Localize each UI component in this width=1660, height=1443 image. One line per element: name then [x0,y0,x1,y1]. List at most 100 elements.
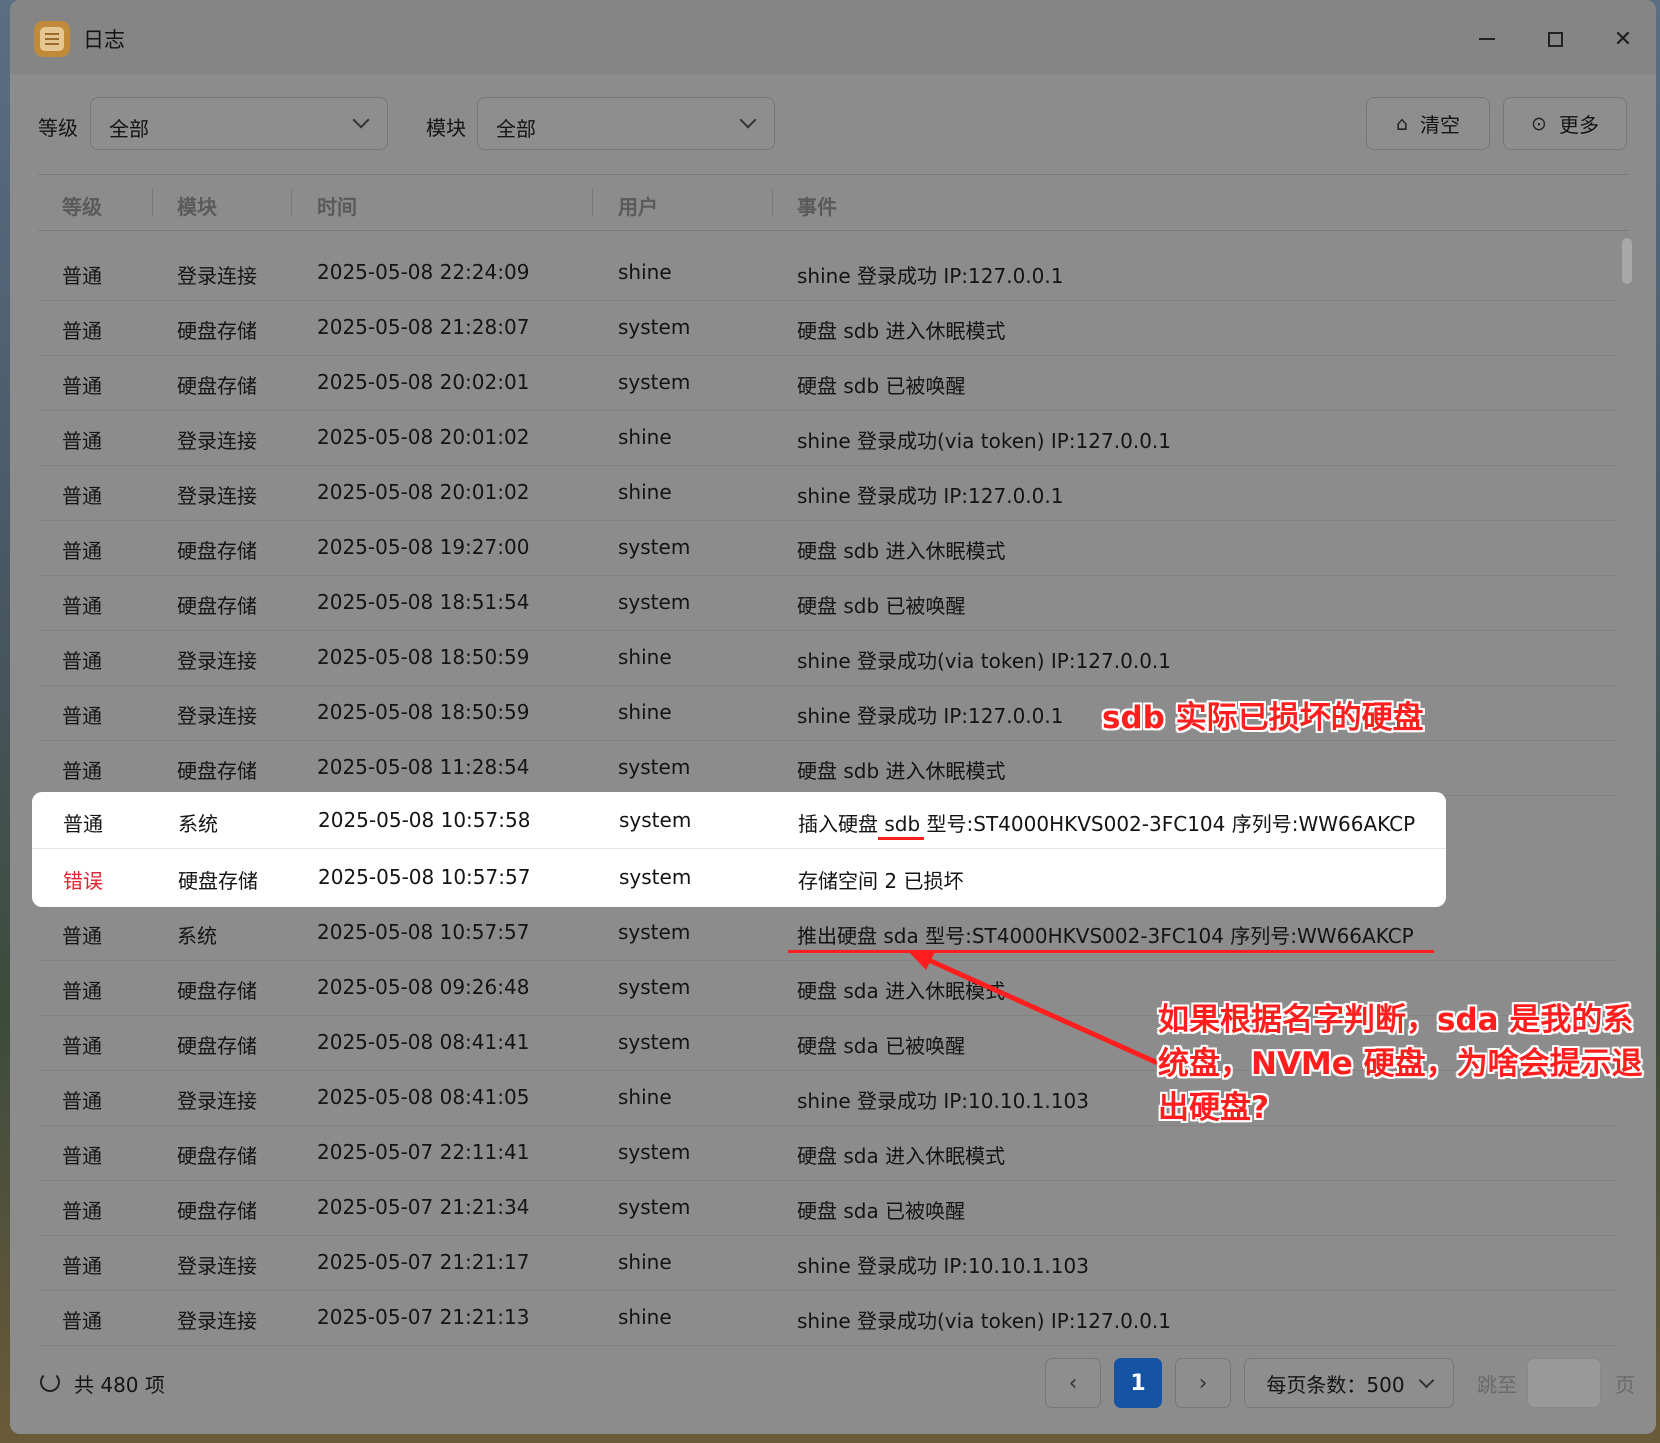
close-button[interactable]: ✕ [1606,22,1640,56]
table-row[interactable]: 普通 登录连接 2025-05-08 22:24:09 shine shine 登录成功… [38,246,1616,301]
cell-module: 系统 [178,812,218,836]
table-row[interactable]: 普通 硬盘存储 2025-05-08 11:28:54 system 硬盘 sdb 进入… [38,741,1616,796]
annotation-underline-sdb [878,837,924,840]
table-row[interactable]: 错误 硬盘存储 2025-05-08 10:57:57 system 存储空间 … [32,849,1446,906]
cell-event: 存储空间 2 已损坏 [798,869,964,893]
annotation-note-sdb: sdb 实际已损坏的硬盘 [1102,700,1424,736]
header-event[interactable]: 事件 [797,191,837,220]
table-row[interactable]: 普通 登录连接 2025-05-08 20:01:02 shine shine 登录成功… [38,411,1616,466]
cell-module: 登录连接 [177,649,257,673]
cell-event: 硬盘 sda 进入休眠模式 [797,979,1006,1003]
cell-level: 普通 [62,649,102,673]
cell-module: 系统 [177,924,217,948]
table-row[interactable]: 普通 登录连接 2025-05-08 20:01:02 shine shine 登录成功… [38,466,1616,521]
cell-module: 硬盘存储 [178,869,258,893]
table-row[interactable]: 普通 硬盘存储 2025-05-08 19:27:00 system 硬盘 sdb 进入… [38,521,1616,576]
more-button[interactable]: ⊙ 更多 [1503,97,1627,150]
cell-time: 2025-05-08 19:27:00 [317,535,530,559]
cell-module: 硬盘存储 [177,374,257,398]
header-user[interactable]: 用户 [618,191,658,220]
prev-page-button[interactable]: ‹ [1045,1358,1101,1408]
clear-icon: ⌂ [1395,112,1409,135]
table-row[interactable]: 普通 硬盘存储 2025-05-07 22:11:41 system 硬盘 sda 进入… [38,1126,1616,1181]
cell-level: 普通 [62,539,102,563]
cell-level: 普通 [62,594,102,618]
cell-level: 普通 [62,1144,102,1168]
jump-page-input[interactable] [1527,1358,1601,1408]
cell-user: system [619,865,692,889]
cell-event: 硬盘 sdb 已被唤醒 [797,374,966,398]
table-row[interactable]: 普通 登录连接 2025-05-08 18:50:59 shine shine 登录成功… [38,631,1616,686]
module-select[interactable]: 全部 [477,97,775,150]
cell-time: 2025-05-08 08:41:41 [317,1030,530,1054]
cell-event: 硬盘 sdb 已被唤醒 [797,594,966,618]
cell-time: 2025-05-08 18:50:59 [317,645,530,669]
cell-module: 硬盘存储 [177,594,257,618]
header-module[interactable]: 模块 [177,191,217,220]
more-button-label: 更多 [1558,113,1599,137]
cell-user: system [619,808,692,832]
cell-time: 2025-05-08 20:01:02 [317,480,530,504]
maximize-button[interactable] [1538,22,1572,56]
cell-time: 2025-05-08 20:01:02 [317,425,530,449]
cell-user: system [618,920,691,944]
cell-module: 登录连接 [177,1309,257,1333]
header-time[interactable]: 时间 [317,191,357,220]
cell-time: 2025-05-08 10:57:58 [318,808,531,832]
cell-time: 2025-05-08 18:50:59 [317,700,530,724]
cell-event: shine 登录成功 IP:127.0.0.1 [797,484,1064,508]
table-row[interactable]: 普通 系统 2025-05-08 10:57:58 system 插入硬盘 sd… [32,792,1446,849]
table-row[interactable]: 普通 硬盘存储 2025-05-08 20:02:01 system 硬盘 sdb 已被… [38,356,1616,411]
chevron-down-icon [1418,1372,1434,1388]
table-row[interactable]: 普通 登录连接 2025-05-07 21:21:13 shine shine 登录成功… [38,1291,1616,1346]
clear-button-label: 清空 [1420,113,1461,137]
scrollbar-thumb[interactable] [1622,238,1632,284]
cell-module: 硬盘存储 [177,1034,257,1058]
module-select-value: 全部 [496,117,536,141]
table-row[interactable]: 普通 硬盘存储 2025-05-08 21:28:07 system 硬盘 sdb 进入… [38,301,1616,356]
cell-user: shine [618,645,672,669]
cell-event: shine 登录成功 IP:127.0.0.1 [797,704,1064,728]
cell-level-error: 错误 [63,869,103,893]
refresh-icon[interactable] [40,1372,60,1392]
cell-user: shine [618,1085,672,1109]
cell-user: system [618,1030,691,1054]
close-icon: ✕ [1613,26,1633,52]
cell-time: 2025-05-07 22:11:41 [317,1140,530,1164]
cell-event: shine 登录成功 IP:10.10.1.103 [797,1254,1089,1278]
cell-level: 普通 [62,759,102,783]
cell-user: system [618,1140,691,1164]
cell-level: 普通 [62,924,102,948]
cell-time: 2025-05-08 09:26:48 [317,975,530,999]
cell-module: 登录连接 [177,1089,257,1113]
cell-level: 普通 [62,1034,102,1058]
table-row[interactable]: 普通 硬盘存储 2025-05-07 21:21:34 system 硬盘 sda 已被… [38,1181,1616,1236]
cell-event: 硬盘 sda 已被唤醒 [797,1034,966,1058]
cell-level: 普通 [62,319,102,343]
cell-level: 普通 [62,429,102,453]
cell-time: 2025-05-07 21:21:17 [317,1250,530,1274]
minimize-button[interactable] [1470,22,1504,56]
cell-event: 硬盘 sdb 进入休眠模式 [797,539,1006,563]
cell-level: 普通 [62,1089,102,1113]
cell-module: 硬盘存储 [177,1199,257,1223]
cell-module: 登录连接 [177,1254,257,1278]
page-size-select[interactable]: 每页条数：500 [1244,1358,1454,1408]
page-suffix-label: 页 [1615,1373,1635,1397]
cell-user: system [618,755,691,779]
cell-user: system [618,370,691,394]
header-level[interactable]: 等级 [62,191,102,220]
table-row[interactable]: 普通 登录连接 2025-05-07 21:21:17 shine shine 登录成功… [38,1236,1616,1291]
level-select[interactable]: 全部 [90,97,388,150]
clear-button[interactable]: ⌂ 清空 [1366,97,1490,150]
table-header: 等级 模块 时间 用户 事件 [38,174,1628,231]
cell-user: shine [618,480,672,504]
table-row[interactable]: 普通 硬盘存储 2025-05-08 18:51:54 system 硬盘 sdb 已被… [38,576,1616,631]
cell-level: 普通 [62,979,102,1003]
chevron-down-icon [739,111,757,129]
cell-level: 普通 [62,264,102,288]
next-page-button[interactable]: › [1175,1358,1231,1408]
cell-module: 硬盘存储 [177,319,257,343]
title-bar: 日志 ✕ [10,0,1656,74]
page-1-button[interactable]: 1 [1114,1358,1162,1408]
